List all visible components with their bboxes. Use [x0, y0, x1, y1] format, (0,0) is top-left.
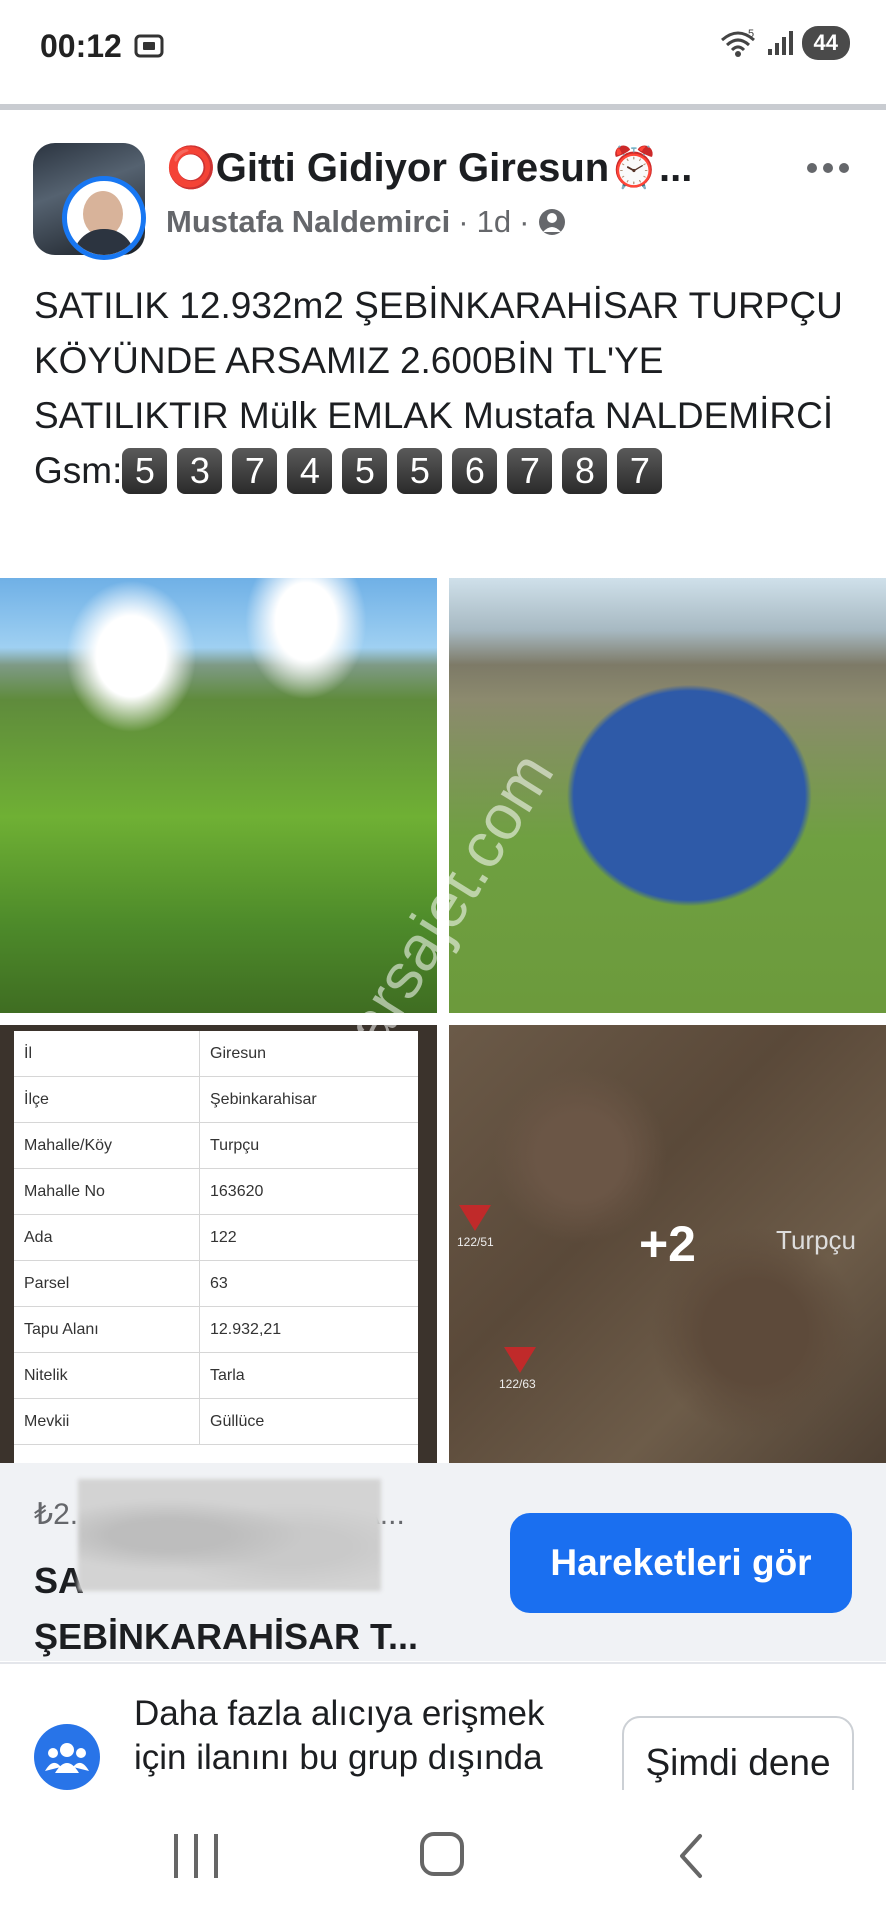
post-meta: Mustafa Naldemirci · 1d · [166, 204, 567, 240]
photo-village[interactable] [0, 578, 437, 1013]
table-row: Mevkii Güllüce [14, 1398, 418, 1445]
table-row: Mahalle/Köy Turpçu [14, 1122, 418, 1169]
photo-satellite-map[interactable]: 122/51 122/63 Turpçu +2 [449, 1025, 886, 1463]
divider [0, 104, 886, 110]
table-row: Mahalle No 163620 [14, 1168, 418, 1215]
gsm-digit: 7 [232, 447, 278, 494]
status-bar: 00:12 5 44 [0, 0, 886, 100]
table-row: Ada 122 [14, 1214, 418, 1261]
back-icon[interactable] [676, 1832, 706, 1880]
battery-indicator: 44 [801, 26, 850, 60]
post-body: SATILIK 12.932m2 ŞEBİNKARAHİSAR TURPÇU K… [34, 278, 854, 498]
gsm-row: Gsm: 5 3 7 4 5 5 6 7 8 7 [34, 443, 854, 498]
view-activity-button[interactable]: Hareketleri gör [510, 1513, 852, 1613]
table-row: İlçe Şebinkarahisar [14, 1076, 418, 1123]
gsm-digit: 6 [452, 447, 498, 494]
tapu-table: İl Giresun İlçe Şebinkarahisar Mahalle/Köy… [14, 1031, 418, 1463]
photo-tapu-table[interactable]: İl Giresun İlçe Şebinkarahisar Mahalle/Köy… [0, 1025, 437, 1463]
post-header: ⭕Gitti Gidiyor Giresun⏰... Mustafa Nalde… [0, 140, 886, 260]
try-now-button[interactable]: Şimdi dene [622, 1716, 854, 1792]
gsm-digit: 8 [562, 447, 608, 494]
gsm-digit: 5 [397, 447, 443, 494]
signal-icon [767, 31, 793, 55]
gsm-digit: 7 [617, 447, 663, 494]
photo-grid: İl Giresun İlçe Şebinkarahisar Mahalle/Köy… [0, 578, 886, 1463]
post-age[interactable]: 1d [477, 204, 511, 240]
meta-separator: · [458, 204, 469, 239]
globe-icon [539, 209, 566, 235]
marketplace-listing-bar[interactable]: ₺2.RA... SA ŞEBİNKARAHİSAR T... Hareketl… [0, 1463, 886, 1661]
author-link[interactable]: Mustafa Naldemirci [166, 204, 450, 240]
promo-text: Daha fazla alıcıya erişmek için ilanını … [134, 1694, 545, 1777]
group-name-link[interactable]: ⭕Gitti Gidiyor Giresun⏰... [166, 144, 692, 191]
wifi-badge: 5 [748, 28, 754, 40]
redaction-blur [78, 1479, 381, 1591]
system-nav-bar [0, 1790, 886, 1920]
table-row: İl Giresun [14, 1031, 418, 1077]
promo-banner: Daha fazla alıcıya erişmek için ilanını … [0, 1662, 886, 1792]
more-icon[interactable] [802, 154, 854, 182]
gsm-digit: 4 [287, 447, 333, 494]
gsm-digit: 5 [122, 447, 168, 494]
recents-icon[interactable] [174, 1834, 218, 1878]
post-text: SATILIK 12.932m2 ŞEBİNKARAHİSAR TURPÇU K… [34, 285, 843, 436]
status-time: 00:12 [40, 28, 122, 64]
avatar[interactable] [62, 176, 146, 260]
table-row: Nitelik Tarla [14, 1352, 418, 1399]
more-photos-count[interactable]: +2 [449, 1025, 886, 1463]
group-icon [34, 1724, 100, 1790]
home-icon[interactable] [420, 1832, 464, 1876]
gsm-digit: 7 [507, 447, 553, 494]
gsm-digit: 5 [342, 447, 388, 494]
screenshot-icon [134, 34, 164, 58]
gsm-digit: 3 [177, 447, 223, 494]
gsm-label: Gsm: [34, 450, 123, 491]
meta-separator: · [519, 204, 530, 239]
wifi-icon: 5 [720, 28, 755, 57]
photo-lake[interactable] [449, 578, 886, 1013]
table-row: Parsel 63 [14, 1260, 418, 1307]
table-row: Tapu Alanı 12.932,21 [14, 1306, 418, 1353]
